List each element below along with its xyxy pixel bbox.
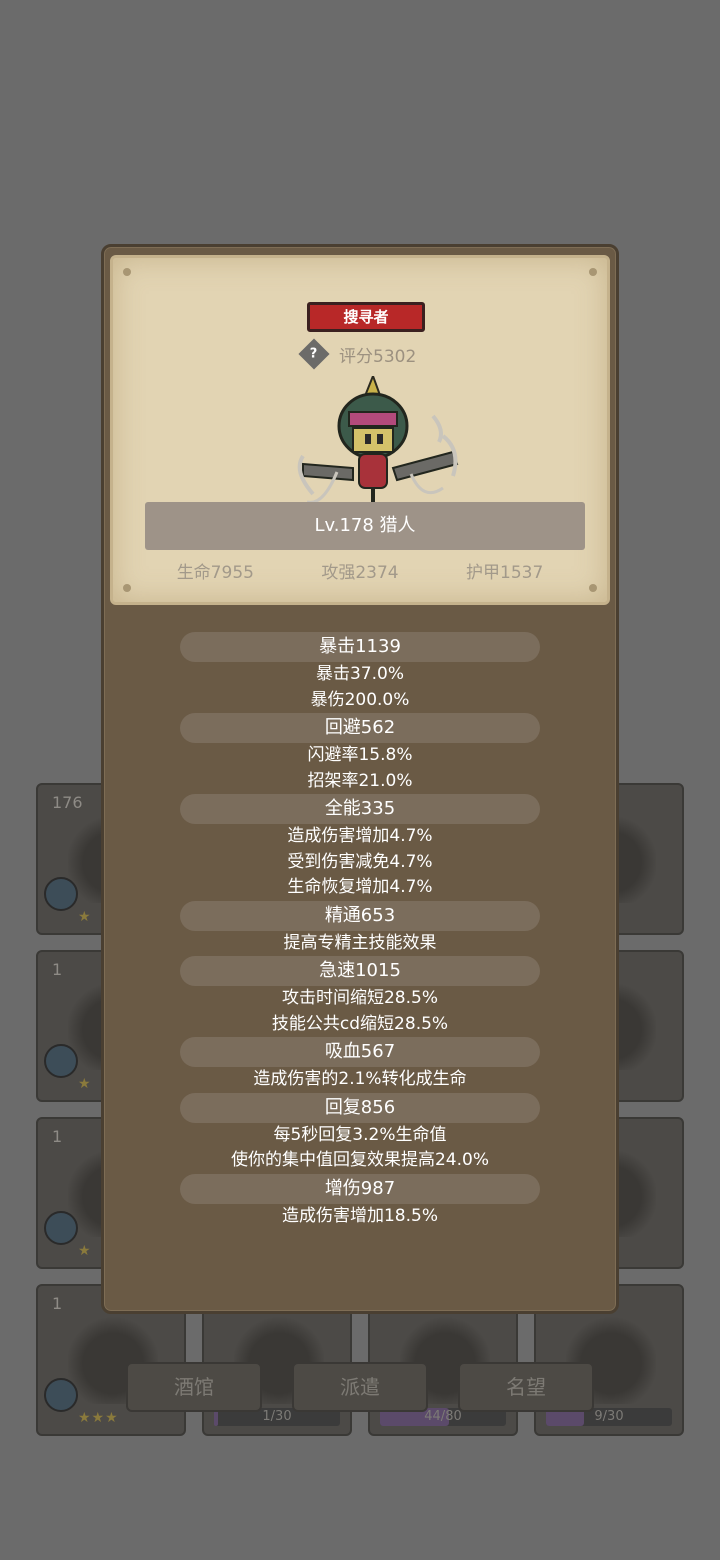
rivet: [589, 584, 597, 592]
stat-header-avoidance: 回避562: [180, 713, 540, 743]
armor-stat: 护甲1537: [466, 563, 544, 583]
attack-stat: 攻强2374: [321, 563, 399, 583]
star-rating: ★★★: [78, 1410, 119, 1426]
rivet: [123, 268, 131, 276]
hero-name-level: Lv.178 猎人: [145, 502, 585, 550]
hero-header-panel: 搜寻者 ? 评分5302 Lv.178 猎人 生命7955 攻强2374 护甲1…: [110, 255, 610, 605]
stat-detail: 使你的集中值回复效果提高24.0%: [230, 1150, 489, 1170]
skill-icon: [44, 1378, 78, 1412]
hunter-hero-portrait: [297, 376, 459, 504]
star-rating: ★: [78, 909, 92, 925]
stat-header-lifesteal: 吸血567: [180, 1037, 540, 1067]
stat-header-damage-bonus: 增伤987: [180, 1173, 540, 1204]
stat-header-mastery: 精通653: [180, 900, 540, 931]
rivet: [589, 268, 597, 276]
stat-detail: 暴击37.0%: [315, 664, 404, 684]
role-badge: 搜寻者: [307, 302, 425, 332]
hp-stat: 生命7955: [176, 563, 254, 583]
stat-detail: 攻击时间缩短28.5%: [281, 988, 438, 1008]
stat-detail: 造成伤害的2.1%转化成生命: [253, 1069, 467, 1089]
rivet: [123, 584, 131, 592]
stat-header-crit: 暴击1139: [180, 632, 540, 662]
score-row: ? 评分5302: [298, 338, 417, 370]
hero-count: 1: [52, 1294, 63, 1313]
stat-header-haste: 急速1015: [180, 956, 540, 986]
stat-header-versatility: 全能335: [180, 794, 540, 824]
stat-detail: 每5秒回复3.2%生命值: [273, 1124, 447, 1145]
tab-reputation[interactable]: 名望: [458, 1362, 594, 1412]
stat-detail: 提高专精主技能效果: [283, 932, 437, 953]
star-rating: ★: [78, 1243, 92, 1259]
stat-detail: 闪避率15.8%: [307, 745, 413, 765]
help-icon[interactable]: ?: [298, 338, 330, 370]
hero-count: 176: [52, 793, 83, 812]
stat-detail: 生命恢复增加4.7%: [287, 877, 433, 897]
hero-stats-modal: 搜寻者 ? 评分5302 Lv.178 猎人 生命7955 攻强2374 护甲1…: [101, 244, 619, 1314]
stat-detail: 技能公共cd缩短28.5%: [271, 1013, 449, 1034]
skill-icon: [44, 1211, 78, 1245]
stat-detail: 受到伤害减免4.7%: [287, 851, 433, 872]
hero-count: 1: [52, 1127, 63, 1146]
star-rating: ★: [78, 1076, 92, 1092]
tab-dispatch[interactable]: 派遣: [292, 1362, 428, 1412]
hero-count: 1: [52, 960, 63, 979]
tab-tavern[interactable]: 酒馆: [126, 1362, 262, 1412]
score-text: 评分5302: [339, 346, 417, 367]
stat-header-regen: 回复856: [180, 1092, 540, 1123]
secondary-stats-list: 暴击1139 暴击37.0% 暴伤200.0% 回避562 闪避率15.8% 招…: [104, 632, 616, 1229]
stat-detail: 造成伤害增加4.7%: [287, 826, 433, 846]
skill-icon: [44, 877, 78, 911]
base-stats: 生命7955 攻强2374 护甲1537: [113, 558, 607, 583]
stat-detail: 造成伤害增加18.5%: [281, 1205, 438, 1226]
stat-detail: 招架率21.0%: [307, 770, 413, 791]
skill-icon: [44, 1044, 78, 1078]
stat-detail: 暴伤200.0%: [310, 689, 410, 710]
